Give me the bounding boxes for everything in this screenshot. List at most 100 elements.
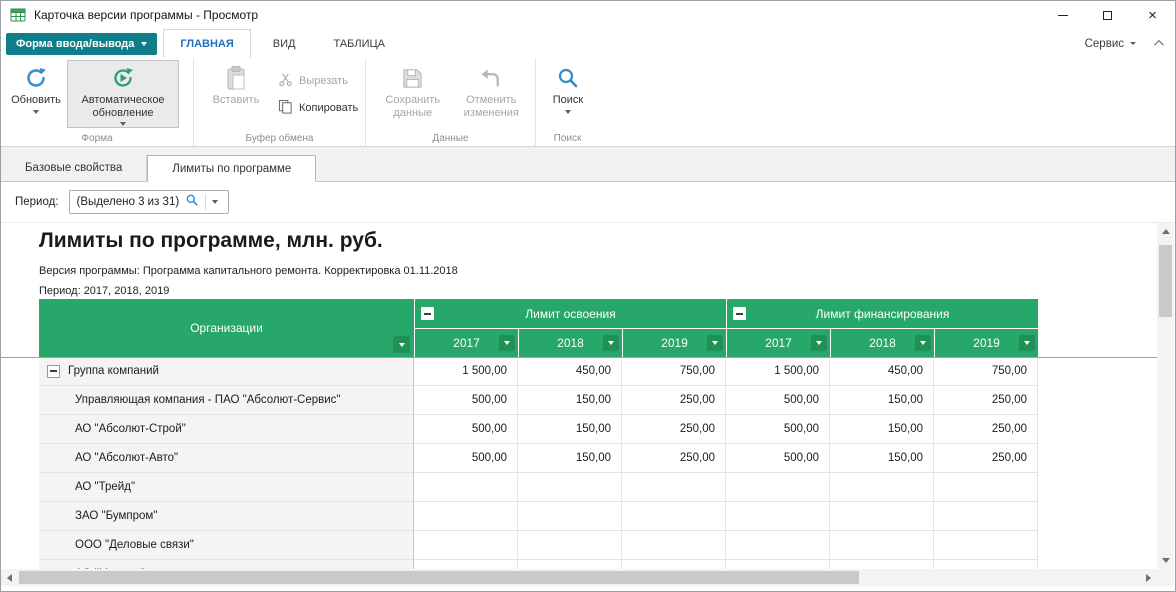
- tab-basic-properties[interactable]: Базовые свойства: [1, 155, 147, 181]
- maximize-button[interactable]: [1085, 1, 1130, 29]
- value-cell[interactable]: 150,00: [518, 415, 622, 444]
- value-cell[interactable]: [518, 473, 622, 502]
- scroll-up-button[interactable]: [1157, 223, 1174, 240]
- value-cell[interactable]: 500,00: [414, 415, 518, 444]
- value-cell[interactable]: [934, 473, 1038, 502]
- year-filter-button[interactable]: [915, 335, 931, 351]
- value-cell[interactable]: [622, 531, 726, 560]
- org-cell[interactable]: АО "Абсолют-Авто": [39, 444, 414, 473]
- value-cell[interactable]: 500,00: [726, 444, 830, 473]
- value-cell[interactable]: [622, 502, 726, 531]
- copy-button[interactable]: Копировать: [278, 99, 358, 117]
- year-filter-button[interactable]: [499, 335, 515, 351]
- value-cell[interactable]: 250,00: [934, 386, 1038, 415]
- auto-refresh-toggle[interactable]: Автоматическое обновление: [67, 60, 179, 128]
- value-cell[interactable]: [518, 502, 622, 531]
- value-cell[interactable]: [934, 531, 1038, 560]
- year-column-header[interactable]: 2018: [518, 329, 622, 357]
- collapse-group-button[interactable]: [733, 307, 746, 320]
- value-cell[interactable]: 250,00: [622, 386, 726, 415]
- org-cell[interactable]: АО "Моторы": [39, 560, 414, 569]
- org-filter-button[interactable]: [393, 336, 410, 353]
- value-cell[interactable]: [726, 473, 830, 502]
- value-cell[interactable]: [830, 473, 934, 502]
- horizontal-scrollbar[interactable]: [1, 569, 1157, 586]
- value-cell[interactable]: 500,00: [726, 415, 830, 444]
- year-filter-button[interactable]: [811, 335, 827, 351]
- table-row[interactable]: АО "Трейд": [39, 473, 1038, 502]
- table-row[interactable]: ООО "Деловые связи": [39, 531, 1038, 560]
- year-column-header[interactable]: 2017: [726, 329, 830, 357]
- value-cell[interactable]: [934, 502, 1038, 531]
- service-menu[interactable]: Сервис: [1085, 38, 1136, 50]
- org-cell[interactable]: Группа компаний: [39, 357, 414, 386]
- value-cell[interactable]: [726, 531, 830, 560]
- value-cell[interactable]: 250,00: [622, 444, 726, 473]
- year-column-header[interactable]: 2019: [622, 329, 726, 357]
- search-icon[interactable]: [185, 193, 199, 212]
- value-cell[interactable]: [414, 560, 518, 569]
- value-cell[interactable]: [830, 560, 934, 569]
- value-cell[interactable]: [830, 502, 934, 531]
- ribbon-tab-main[interactable]: ГЛАВНАЯ: [163, 29, 250, 58]
- refresh-button[interactable]: Обновить: [5, 60, 67, 128]
- io-form-menu-button[interactable]: Форма ввода/вывода: [6, 33, 157, 55]
- value-cell[interactable]: 1 500,00: [726, 357, 830, 386]
- year-filter-button[interactable]: [707, 335, 723, 351]
- value-cell[interactable]: 750,00: [934, 357, 1038, 386]
- value-cell[interactable]: [414, 473, 518, 502]
- value-cell[interactable]: 250,00: [934, 415, 1038, 444]
- value-cell[interactable]: 150,00: [830, 444, 934, 473]
- value-cell[interactable]: [726, 560, 830, 569]
- value-cell[interactable]: 450,00: [518, 357, 622, 386]
- value-cell[interactable]: [934, 560, 1038, 569]
- minimize-button[interactable]: [1040, 1, 1085, 29]
- period-selector[interactable]: (Выделено 3 из 31): [69, 190, 229, 214]
- org-cell[interactable]: АО "Абсолют-Строй": [39, 415, 414, 444]
- table-row[interactable]: Группа компаний1 500,00450,00750,001 500…: [39, 357, 1038, 386]
- collapse-group-button[interactable]: [421, 307, 434, 320]
- org-cell[interactable]: ЗАО "Бумпром": [39, 502, 414, 531]
- value-cell[interactable]: [726, 502, 830, 531]
- value-cell[interactable]: 150,00: [830, 386, 934, 415]
- table-row[interactable]: АО "Абсолют-Строй"500,00150,00250,00500,…: [39, 415, 1038, 444]
- value-cell[interactable]: [414, 531, 518, 560]
- ribbon-tab-table[interactable]: ТАБЛИЦА: [317, 29, 401, 58]
- org-cell[interactable]: Управляющая компания - ПАО "Абсолют-Серв…: [39, 386, 414, 415]
- table-row[interactable]: Управляющая компания - ПАО "Абсолют-Серв…: [39, 386, 1038, 415]
- table-row[interactable]: ЗАО "Бумпром": [39, 502, 1038, 531]
- scroll-left-button[interactable]: [1, 569, 18, 586]
- org-cell[interactable]: ООО "Деловые связи": [39, 531, 414, 560]
- value-cell[interactable]: [518, 531, 622, 560]
- value-cell[interactable]: [518, 560, 622, 569]
- collapse-ribbon-button[interactable]: [1154, 40, 1161, 47]
- tab-program-limits[interactable]: Лимиты по программе: [147, 155, 316, 182]
- search-button[interactable]: Поиск: [540, 60, 596, 128]
- vertical-scrollbar[interactable]: [1157, 223, 1174, 569]
- table-row[interactable]: АО "Моторы": [39, 560, 1038, 569]
- value-cell[interactable]: 750,00: [622, 357, 726, 386]
- year-filter-button[interactable]: [603, 335, 619, 351]
- year-column-header[interactable]: 2018: [830, 329, 934, 357]
- value-cell[interactable]: 150,00: [518, 386, 622, 415]
- year-column-header[interactable]: 2017: [414, 329, 518, 357]
- collapse-row-icon[interactable]: [47, 365, 60, 378]
- close-button[interactable]: ×: [1130, 1, 1175, 29]
- chevron-down-icon[interactable]: [212, 200, 218, 204]
- table-row[interactable]: АО "Абсолют-Авто"500,00150,00250,00500,0…: [39, 444, 1038, 473]
- value-cell[interactable]: 500,00: [414, 386, 518, 415]
- value-cell[interactable]: 250,00: [622, 415, 726, 444]
- year-column-header[interactable]: 2019: [934, 329, 1038, 357]
- org-cell[interactable]: АО "Трейд": [39, 473, 414, 502]
- ribbon-tab-view[interactable]: ВИД: [257, 29, 312, 58]
- scroll-down-button[interactable]: [1157, 552, 1174, 569]
- value-cell[interactable]: 150,00: [830, 415, 934, 444]
- value-cell[interactable]: [830, 531, 934, 560]
- vertical-scroll-thumb[interactable]: [1159, 245, 1172, 317]
- value-cell[interactable]: [414, 502, 518, 531]
- value-cell[interactable]: [622, 473, 726, 502]
- value-cell[interactable]: [622, 560, 726, 569]
- value-cell[interactable]: 500,00: [726, 386, 830, 415]
- value-cell[interactable]: 250,00: [934, 444, 1038, 473]
- value-cell[interactable]: 450,00: [830, 357, 934, 386]
